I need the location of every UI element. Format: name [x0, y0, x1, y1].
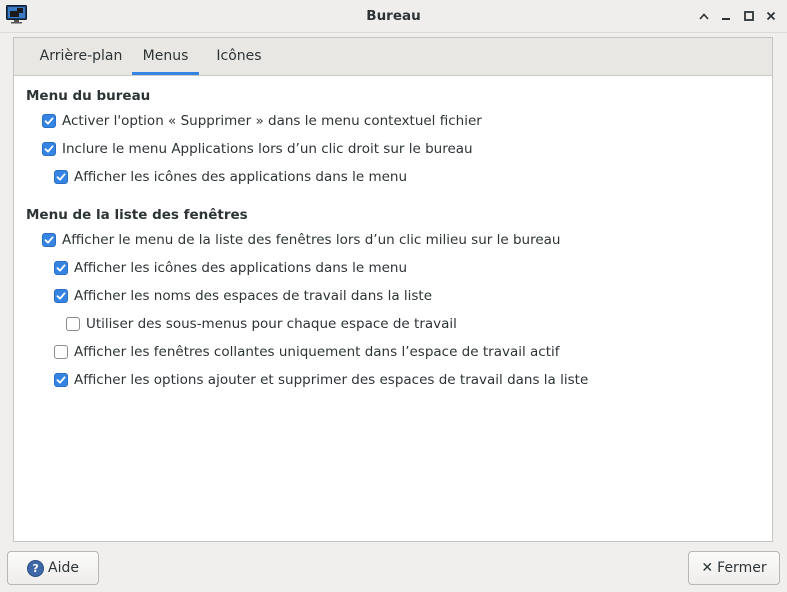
- checkmark-icon: [44, 117, 54, 125]
- window-title: Bureau: [366, 8, 421, 24]
- close-icon: [766, 11, 776, 21]
- title-bar: Bureau: [0, 0, 787, 33]
- section-title-desktop-menu: Menu du bureau: [26, 88, 151, 104]
- option-use-submenus[interactable]: Utiliser des sous-menus pour chaque espa…: [66, 315, 457, 333]
- checkbox[interactable]: [42, 142, 56, 156]
- checkbox[interactable]: [54, 373, 68, 387]
- checkbox[interactable]: [66, 317, 80, 331]
- checkmark-icon: [56, 264, 66, 272]
- checkmark-icon: [56, 376, 66, 384]
- maximize-icon: [744, 11, 754, 21]
- option-add-remove-workspaces[interactable]: Afficher les options ajouter et supprime…: [54, 371, 588, 389]
- option-show-app-icons-desktop[interactable]: Afficher les icônes des applications dan…: [54, 168, 407, 186]
- help-button[interactable]: ? Aide: [7, 551, 99, 585]
- shade-button[interactable]: [695, 7, 713, 25]
- close-button[interactable]: ✕ Fermer: [688, 551, 780, 585]
- option-enable-delete[interactable]: Activer l'option « Supprimer » dans le m…: [42, 112, 482, 130]
- maximize-button[interactable]: [740, 7, 758, 25]
- option-show-workspace-names[interactable]: Afficher les noms des espaces de travail…: [54, 287, 432, 305]
- minimize-icon: [722, 18, 730, 20]
- checkmark-icon: [56, 173, 66, 181]
- option-label: Afficher les options ajouter et supprime…: [74, 372, 589, 388]
- tab-background[interactable]: Arrière-plan: [26, 38, 136, 75]
- chevron-up-icon: [699, 12, 709, 20]
- option-label: Afficher les fenêtres collantes uniqueme…: [74, 344, 560, 360]
- option-label: Afficher les icônes des applications dan…: [74, 260, 408, 276]
- checkbox[interactable]: [42, 114, 56, 128]
- checkbox[interactable]: [54, 170, 68, 184]
- help-button-label: Aide: [48, 560, 79, 576]
- checkmark-icon: [56, 292, 66, 300]
- option-label: Afficher le menu de la liste des fenêtre…: [62, 232, 561, 248]
- close-window-button[interactable]: [762, 7, 780, 25]
- close-button-label: Fermer: [717, 560, 767, 576]
- option-label: Activer l'option « Supprimer » dans le m…: [62, 113, 482, 129]
- option-sticky-windows-active-only[interactable]: Afficher les fenêtres collantes uniqueme…: [54, 343, 560, 361]
- tab-icons[interactable]: Icônes: [209, 38, 269, 75]
- checkmark-icon: [44, 236, 54, 244]
- section-title-window-list-menu: Menu de la liste des fenêtres: [26, 207, 248, 223]
- checkbox[interactable]: [42, 233, 56, 247]
- checkbox[interactable]: [54, 261, 68, 275]
- checkbox[interactable]: [54, 289, 68, 303]
- menus-panel: Menu du bureau Activer l'option « Suppri…: [14, 75, 772, 541]
- option-label: Inclure le menu Applications lors d’un c…: [62, 141, 473, 157]
- checkbox[interactable]: [54, 345, 68, 359]
- option-include-applications-menu[interactable]: Inclure le menu Applications lors d’un c…: [42, 140, 473, 158]
- checkmark-icon: [44, 145, 54, 153]
- minimize-button[interactable]: [717, 7, 735, 25]
- option-label: Utiliser des sous-menus pour chaque espa…: [86, 316, 457, 332]
- option-label: Afficher les noms des espaces de travail…: [74, 288, 433, 304]
- settings-notebook: Arrière-plan Menus Icônes Menu du bureau…: [13, 37, 773, 542]
- option-show-app-icons-window-list[interactable]: Afficher les icônes des applications dan…: [54, 259, 407, 277]
- option-label: Afficher les icônes des applications dan…: [74, 169, 408, 185]
- tab-bar: Arrière-plan Menus Icônes: [14, 38, 772, 76]
- help-icon: ?: [27, 559, 45, 577]
- option-show-window-list-menu[interactable]: Afficher le menu de la liste des fenêtre…: [42, 231, 560, 249]
- tab-menus[interactable]: Menus: [132, 38, 199, 75]
- close-icon: ✕: [701, 560, 714, 576]
